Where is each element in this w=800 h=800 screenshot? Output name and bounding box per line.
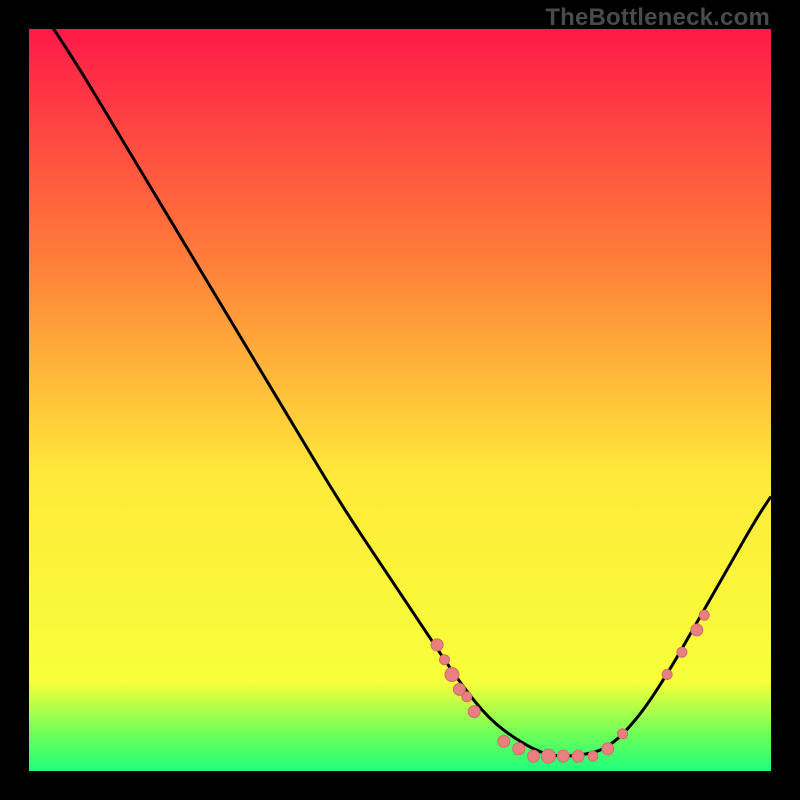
data-marker bbox=[462, 692, 472, 702]
data-marker bbox=[541, 749, 555, 763]
chart-frame bbox=[29, 29, 771, 771]
data-marker bbox=[691, 624, 703, 636]
data-marker bbox=[572, 750, 584, 762]
data-marker bbox=[440, 655, 450, 665]
bottleneck-chart bbox=[29, 29, 771, 771]
data-marker bbox=[431, 639, 443, 651]
data-marker bbox=[662, 670, 672, 680]
data-marker bbox=[468, 706, 480, 718]
watermark-text: TheBottleneck.com bbox=[545, 4, 770, 32]
data-marker bbox=[588, 751, 598, 761]
data-marker bbox=[699, 610, 709, 620]
data-marker bbox=[528, 750, 540, 762]
data-marker bbox=[557, 750, 569, 762]
data-marker bbox=[445, 668, 459, 682]
data-marker bbox=[677, 647, 687, 657]
data-marker bbox=[618, 729, 628, 739]
data-marker bbox=[498, 735, 510, 747]
data-marker bbox=[513, 743, 525, 755]
gradient-background bbox=[29, 29, 771, 771]
data-marker bbox=[602, 743, 614, 755]
